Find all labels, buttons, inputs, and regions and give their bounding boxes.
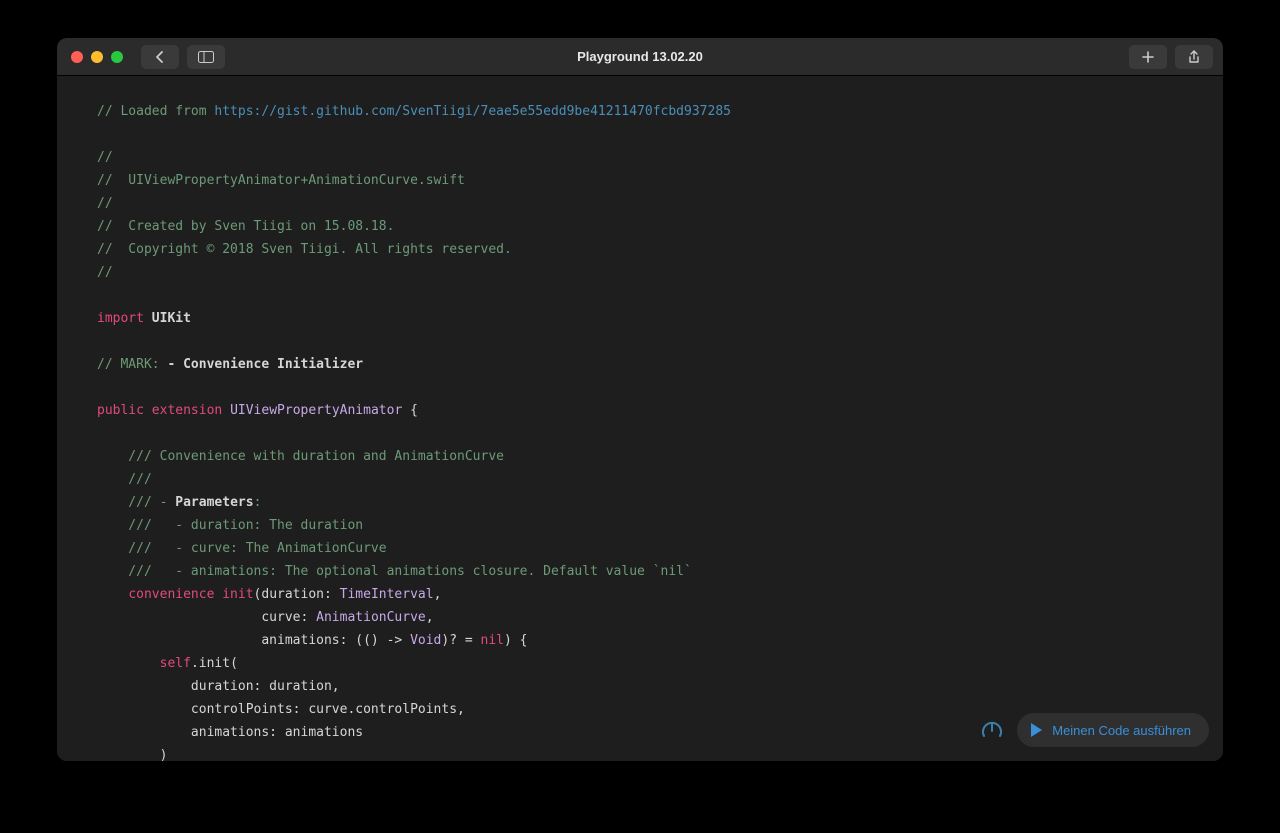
sidebar-icon — [198, 51, 214, 63]
code-sig: (duration: — [254, 587, 340, 602]
code-punct: , — [426, 610, 434, 625]
code-body: ) — [97, 748, 167, 761]
code-sig: curve: — [97, 610, 316, 625]
code-doc-colon: : — [254, 495, 262, 510]
code-keyword: convenience — [128, 587, 214, 602]
code-module: UIKit — [152, 311, 191, 326]
code-type: UIViewPropertyAnimator — [230, 403, 402, 418]
code-comment: // — [97, 265, 113, 280]
code-sig: ) { — [504, 633, 527, 648]
code-mark-text: - Convenience Initializer — [160, 357, 364, 372]
code-keyword: import — [97, 311, 144, 326]
code-type: AnimationCurve — [316, 610, 426, 625]
code-comment: // — [97, 150, 113, 165]
back-button[interactable] — [141, 45, 179, 69]
code-doc-param: /// - curve: The AnimationCurve — [97, 541, 387, 556]
code-url: https://gist.github.com/SvenTiigi/7eae5e… — [214, 104, 731, 119]
code-body: animations: animations — [97, 725, 363, 740]
run-code-button[interactable]: Meinen Code ausführen — [1017, 713, 1209, 747]
code-brace: { — [402, 403, 418, 418]
window-title: Playground 13.02.20 — [57, 49, 1223, 64]
code-body: controlPoints: curve.controlPoints, — [97, 702, 465, 717]
code-sig: animations: (() -> — [97, 633, 410, 648]
code-sig: )? = — [441, 633, 480, 648]
titlebar: Playground 13.02.20 — [57, 38, 1223, 76]
code-body: duration: duration, — [97, 679, 340, 694]
code-mark-comment: // MARK: — [97, 357, 160, 372]
traffic-lights — [57, 51, 123, 63]
code-call: .init( — [191, 656, 238, 671]
speedometer-icon — [980, 718, 1004, 742]
minimize-window-button[interactable] — [91, 51, 103, 63]
fullscreen-window-button[interactable] — [111, 51, 123, 63]
toggle-sidebar-button[interactable] — [187, 45, 225, 69]
code-doc-comment: /// Convenience with duration and Animat… — [97, 449, 504, 464]
code-nil: nil — [481, 633, 504, 648]
share-icon — [1188, 50, 1200, 64]
code-comment: // UIViewPropertyAnimator+AnimationCurve… — [97, 173, 465, 188]
code-doc-param: /// - duration: The duration — [97, 518, 363, 533]
code-type: Void — [410, 633, 441, 648]
run-bar: Meinen Code ausführen — [977, 713, 1209, 747]
chevron-left-icon — [155, 51, 165, 63]
share-button[interactable] — [1175, 45, 1213, 69]
run-button-label: Meinen Code ausführen — [1052, 723, 1191, 738]
plus-icon — [1142, 51, 1154, 63]
toolbar-nav-buttons — [141, 45, 225, 69]
code-doc-comment: /// - — [97, 495, 175, 510]
code-comment: // Created by Sven Tiigi on 15.08.18. — [97, 219, 394, 234]
close-window-button[interactable] — [71, 51, 83, 63]
execution-gauge-button[interactable] — [977, 715, 1007, 745]
code-keyword: public — [97, 403, 144, 418]
code-punct: , — [434, 587, 442, 602]
code-comment: // — [97, 196, 113, 211]
code-comment: // Copyright © 2018 Sven Tiigi. All righ… — [97, 242, 512, 257]
code-editor[interactable]: // Loaded from https://gist.github.com/S… — [57, 76, 1223, 761]
new-tab-button[interactable] — [1129, 45, 1167, 69]
code-type: TimeInterval — [340, 587, 434, 602]
code-doc-label: Parameters — [175, 495, 253, 510]
code-comment: // Loaded from — [97, 104, 214, 119]
code-keyword: init — [222, 587, 253, 602]
code-doc-comment: /// — [97, 472, 152, 487]
toolbar-right-buttons — [1129, 45, 1213, 69]
code-keyword: extension — [152, 403, 222, 418]
code-self: self — [160, 656, 191, 671]
app-window: Playground 13.02.20 // Loaded from https… — [57, 38, 1223, 761]
play-icon — [1031, 723, 1042, 737]
code-doc-param: /// - animations: The optional animation… — [97, 564, 692, 579]
